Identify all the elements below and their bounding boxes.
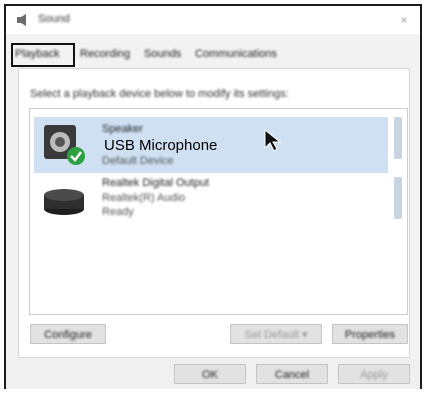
- set-default-button[interactable]: Set Default ▾: [230, 324, 322, 344]
- tab-sounds[interactable]: Sounds: [144, 48, 181, 60]
- apply-button[interactable]: Apply: [338, 364, 410, 384]
- device-name: Speaker: [102, 123, 143, 135]
- playback-tab-highlight: [11, 43, 75, 67]
- window-title: Sound: [38, 13, 70, 25]
- device-status: Ready: [102, 206, 134, 218]
- speaker-icon: [44, 125, 85, 165]
- speaker-app-icon: [17, 14, 26, 26]
- mouse-pointer-icon: [264, 129, 282, 152]
- device-status: Default Device: [102, 155, 174, 167]
- usb-microphone-annotation: USB Microphone: [104, 137, 218, 154]
- scroll-thumb-bottom[interactable]: [394, 177, 402, 219]
- tab-communications[interactable]: Communications: [195, 48, 277, 60]
- instruction-text: Select a playback device below to modify…: [30, 88, 289, 100]
- device-name: Realtek Digital Output: [102, 177, 209, 189]
- title-bar: Sound ×: [6, 6, 420, 34]
- device-item-digital-output[interactable]: Realtek Digital Output Realtek(R) Audio …: [34, 173, 388, 229]
- device-list-scrollbar[interactable]: [392, 117, 404, 307]
- tab-recording[interactable]: Recording: [80, 48, 130, 60]
- digital-output-icon: [44, 189, 84, 215]
- cancel-button[interactable]: Cancel: [256, 364, 328, 384]
- properties-button[interactable]: Properties: [332, 324, 408, 344]
- device-driver: Realtek(R) Audio: [102, 192, 186, 204]
- device-item-speaker[interactable]: Speaker USB Microphone Default Device: [34, 117, 388, 173]
- sound-dialog: Sound × Playback Recording Sounds Commun…: [4, 4, 422, 389]
- device-list: Speaker USB Microphone Default Device Re…: [29, 108, 408, 315]
- default-check-icon: [67, 147, 85, 165]
- configure-button[interactable]: Configure: [30, 324, 106, 344]
- close-button[interactable]: ×: [396, 12, 412, 28]
- ok-button[interactable]: OK: [174, 364, 246, 384]
- scroll-thumb-top[interactable]: [394, 117, 402, 159]
